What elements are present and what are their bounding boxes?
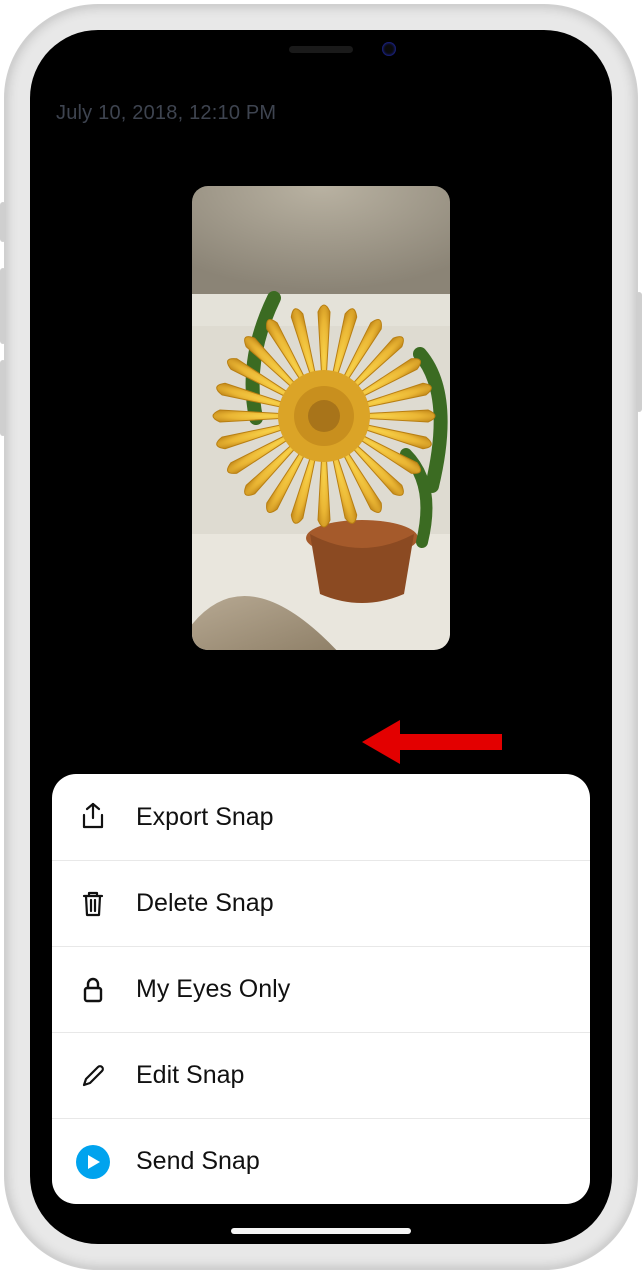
edit-snap-label: Edit Snap [136,1061,244,1090]
speaker-grille [289,46,353,53]
snap-image [192,186,450,650]
send-snap-label: Send Snap [136,1147,260,1176]
power-button [636,292,642,412]
volume-up-button [0,268,6,344]
export-snap-row[interactable]: Export Snap [52,774,590,860]
mute-switch [0,202,6,242]
send-snap-row[interactable]: Send Snap [52,1118,590,1204]
volume-down-button [0,360,6,436]
delete-snap-row[interactable]: Delete Snap [52,860,590,946]
send-icon [76,1145,110,1179]
action-sheet: Export Snap Delete Snap My Eyes Only [52,774,590,1204]
export-snap-label: Export Snap [136,803,274,832]
snap-timestamp: July 10, 2018, 12:10 PM [56,102,276,125]
home-indicator[interactable] [231,1228,411,1234]
lock-icon [76,975,110,1005]
edit-snap-row[interactable]: Edit Snap [52,1032,590,1118]
trash-icon [76,889,110,919]
phone-frame: July 10, 2018, 12:10 PM [6,6,636,1268]
notch [186,30,456,68]
my-eyes-only-row[interactable]: My Eyes Only [52,946,590,1032]
snap-preview[interactable] [192,186,450,650]
delete-snap-label: Delete Snap [136,889,274,918]
front-camera [382,42,396,56]
my-eyes-only-label: My Eyes Only [136,975,290,1004]
pencil-icon [76,1063,110,1089]
export-icon [76,802,110,832]
screen: July 10, 2018, 12:10 PM [30,30,612,1244]
